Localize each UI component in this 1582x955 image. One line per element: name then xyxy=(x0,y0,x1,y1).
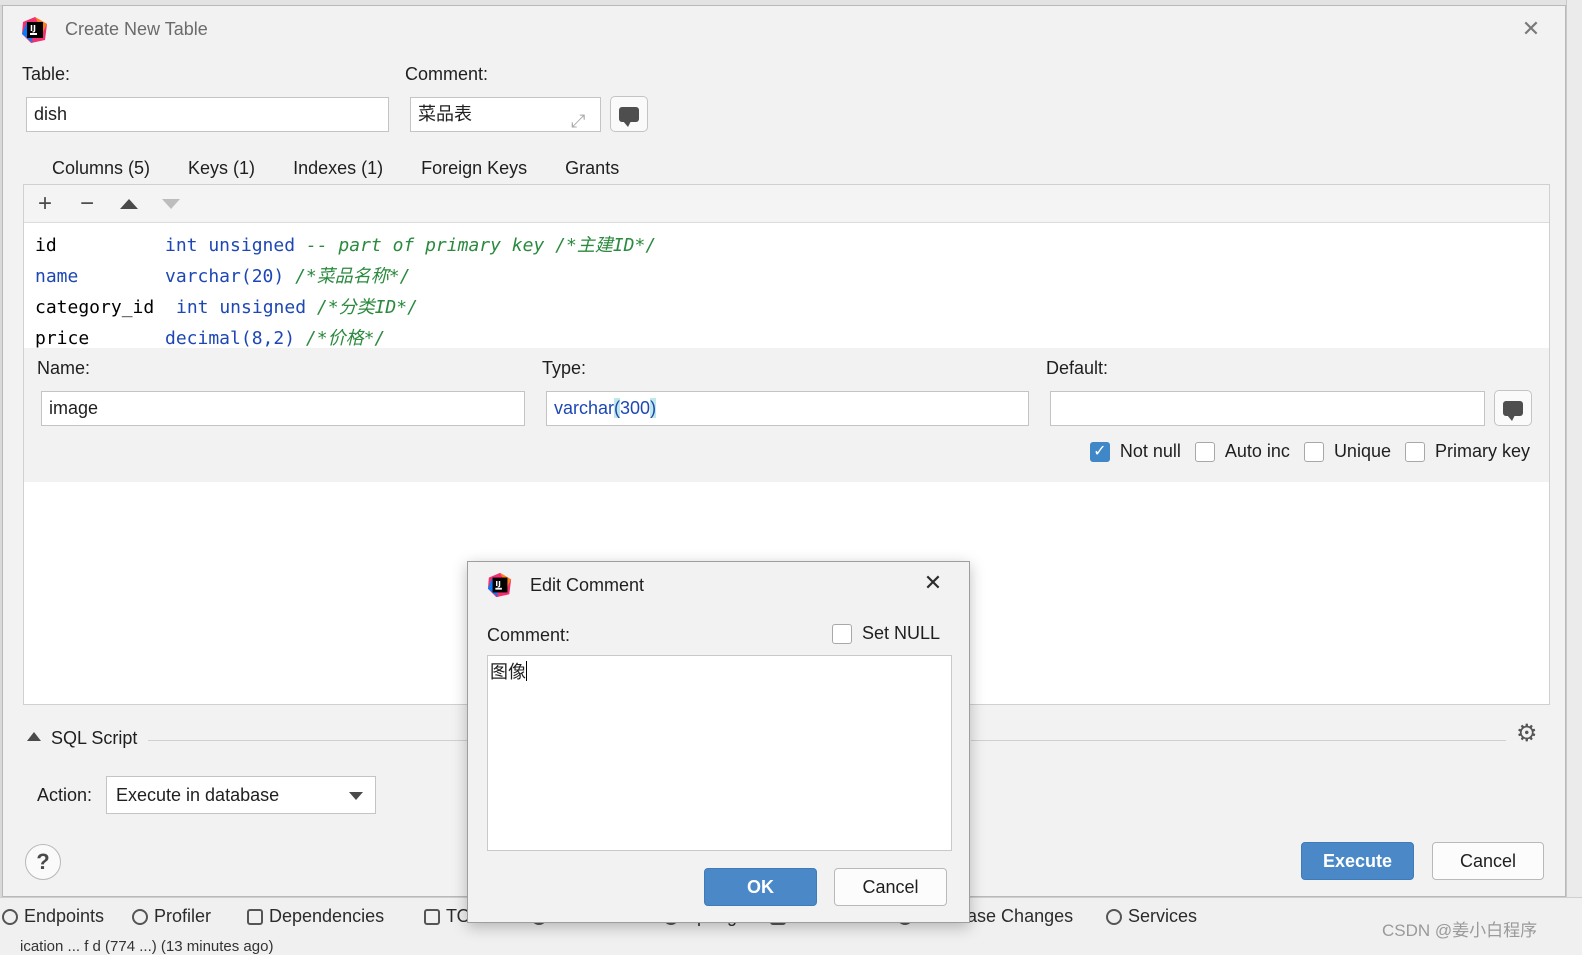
help-button[interactable]: ? xyxy=(25,844,61,880)
edit-comment-cancel-button[interactable]: Cancel xyxy=(834,868,947,906)
column-properties: Name: image Type: varchar(300) Default: … xyxy=(24,348,1549,482)
divider xyxy=(971,740,1506,741)
sql-script-toggle[interactable]: SQL Script xyxy=(51,728,137,749)
edit-comment-label: Comment: xyxy=(487,625,571,645)
intellij-logo-icon: IJ xyxy=(22,17,47,43)
table-comment-text: 菜品表 xyxy=(418,104,472,124)
arrow-down-icon xyxy=(162,199,180,209)
table-label: Table: xyxy=(22,64,71,84)
ide-status-text: ication ... f d (774 ...) (13 minutes ag… xyxy=(20,938,274,955)
column-comment-button[interactable] xyxy=(1494,390,1532,426)
comment-bubble-icon xyxy=(619,106,639,127)
close-icon[interactable]: ✕ xyxy=(1519,17,1543,41)
cancel-button[interactable]: Cancel xyxy=(1432,842,1544,880)
edit-comment-dialog: IJ Edit Comment ✕ Comment: Set NULL 图像 O… xyxy=(467,561,970,923)
endpoints-icon xyxy=(2,908,18,925)
edit-comment-button[interactable] xyxy=(610,96,648,132)
move-down-button[interactable] xyxy=(158,191,184,217)
not-null-checkbox[interactable]: ✓ Not null xyxy=(1089,441,1181,462)
dialog-title: Create New Table xyxy=(65,19,208,39)
column-type-label: Type: xyxy=(542,358,587,378)
columns-toolbar: + − xyxy=(24,185,1549,223)
execute-button[interactable]: Execute xyxy=(1301,842,1414,880)
arrow-up-icon xyxy=(120,199,138,209)
text-caret xyxy=(526,661,527,681)
action-select[interactable]: Execute in database xyxy=(106,776,376,814)
comment-text: 图像 xyxy=(490,662,526,682)
todo-icon xyxy=(424,908,440,925)
column-default-label: Default: xyxy=(1046,358,1109,378)
move-up-button[interactable] xyxy=(116,191,142,217)
ide-right-edge xyxy=(1566,0,1582,955)
profiler-icon xyxy=(132,908,148,925)
divider xyxy=(148,740,468,741)
intellij-logo-icon: IJ xyxy=(487,572,512,598)
svg-text:IJ: IJ xyxy=(30,24,36,33)
tool-endpoints[interactable]: Endpoints xyxy=(2,906,104,927)
column-row[interactable]: name varchar(20) /*菜品名称*/ xyxy=(35,262,410,288)
column-default-input[interactable] xyxy=(1050,391,1485,426)
svg-text:IJ: IJ xyxy=(495,579,501,588)
table-comment-input[interactable]: 菜品表 ⤢ xyxy=(410,97,601,132)
gear-icon[interactable]: ⚙ xyxy=(1516,719,1538,748)
expand-icon[interactable]: ⤢ xyxy=(571,105,585,131)
primary-key-checkbox[interactable]: Primary key xyxy=(1404,441,1530,462)
add-column-button[interactable]: + xyxy=(32,191,58,217)
tool-profiler[interactable]: Profiler xyxy=(132,906,211,927)
watermark: CSDN @姜小白程序 xyxy=(1382,921,1538,940)
tool-dependencies[interactable]: Dependencies xyxy=(247,906,384,927)
services-icon xyxy=(1106,908,1122,925)
comment-textarea[interactable]: 图像 xyxy=(487,655,952,851)
ok-button[interactable]: OK xyxy=(704,868,817,906)
dependencies-icon xyxy=(247,908,263,925)
tool-services[interactable]: Services xyxy=(1106,906,1197,927)
column-row[interactable]: id int unsigned -- part of primary key /*… xyxy=(35,231,656,257)
column-name-label: Name: xyxy=(37,358,91,378)
close-icon[interactable]: ✕ xyxy=(921,571,945,595)
chevron-down-icon xyxy=(349,792,363,800)
column-row[interactable]: category_id int unsigned /*分类ID*/ xyxy=(35,293,418,319)
column-flags: ✓ Not null Auto inc Unique Primary key xyxy=(1076,441,1530,462)
unique-checkbox[interactable]: Unique xyxy=(1303,441,1391,462)
comment-bubble-icon xyxy=(1503,400,1523,421)
collapse-arrow-icon[interactable] xyxy=(27,732,41,741)
column-row[interactable]: price decimal(8,2) /*价格*/ xyxy=(35,324,385,350)
auto-inc-checkbox[interactable]: Auto inc xyxy=(1194,441,1290,462)
column-name-input[interactable]: image xyxy=(41,391,525,426)
edit-comment-title: Edit Comment xyxy=(530,575,645,595)
action-label: Action: xyxy=(37,785,93,805)
comment-label: Comment: xyxy=(405,64,489,84)
checkmark-icon: ✓ xyxy=(1089,441,1110,462)
table-name-input[interactable]: dish xyxy=(26,97,389,132)
column-type-input[interactable]: varchar(300) xyxy=(546,391,1029,426)
set-null-checkbox[interactable]: Set NULL xyxy=(832,623,940,644)
remove-column-button[interactable]: − xyxy=(74,191,100,217)
